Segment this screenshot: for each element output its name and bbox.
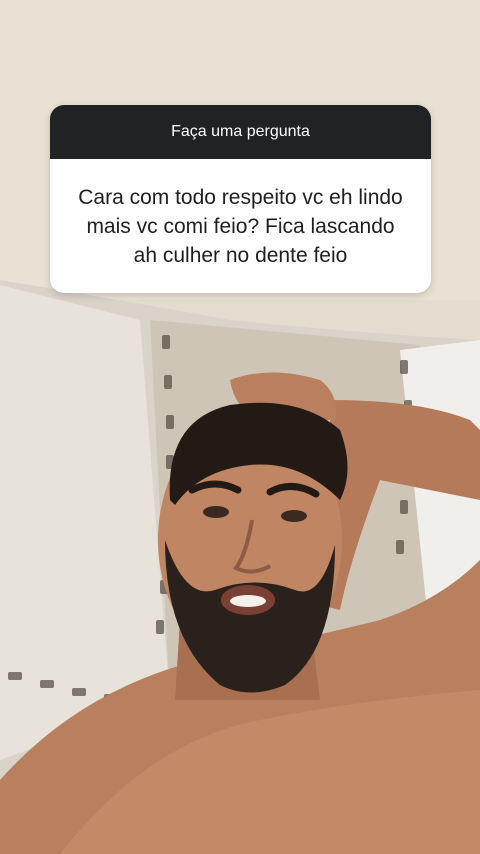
question-sticker-body: Cara com todo respeito vc eh lindo mais … [50, 159, 431, 293]
question-sticker[interactable]: Faça uma pergunta Cara com todo respeito… [50, 105, 431, 293]
question-sticker-header: Faça uma pergunta [50, 105, 431, 159]
question-text: Cara com todo respeito vc eh lindo mais … [78, 185, 403, 267]
question-sticker-title: Faça uma pergunta [171, 123, 310, 140]
